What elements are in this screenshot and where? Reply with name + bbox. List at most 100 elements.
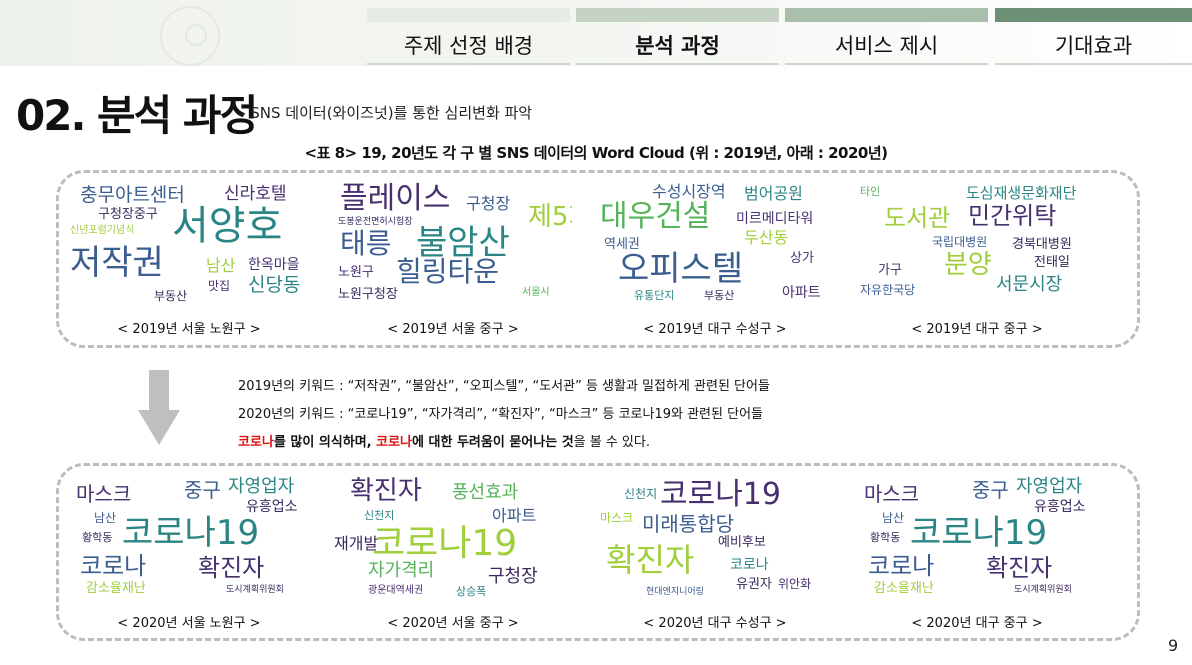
wc-word: 도봉운전면허시험장 [338,217,413,227]
wc-word: 부동산 [154,289,188,303]
wc-word: 자영업자 [1016,476,1083,497]
wc-word: 도서관 [884,204,951,232]
wc-word: 노원구 [338,265,374,280]
wc-word: 위안화 [778,577,812,591]
wc-word: 대우건설 [600,199,711,234]
page-subtitle: – SNS 데이터(와이즈넛)를 통한 심리변화 파악 [238,104,533,122]
wc-word: 부동산 [704,289,735,302]
wc-word: 구청장중구 [98,207,158,222]
wc-word: 수성시장역 [652,182,726,201]
tab-label: 분석 과정 [635,34,720,58]
wc-word: 맛집 [208,279,231,293]
wc-word: 서울시 [522,287,550,298]
wc-word: 현대엔지니어링 [646,587,704,597]
wc-word: 유권자 [736,577,772,592]
wc-word: 플레이스 [340,182,451,216]
wc-word: 국립대병원 [932,235,988,249]
table-caption: <표 8> 19, 20년도 각 구 별 SNS 데이터의 Word Cloud… [304,144,888,162]
tab-color-bar [576,8,779,22]
wc-word: 감소율재난 [86,581,146,596]
tab-underline [785,63,988,65]
wc-word: 황학동 [870,531,901,544]
tab-topic-background[interactable]: 주제 선정 배경 [367,8,570,65]
wc-word: 가구 [878,263,902,278]
wc-word: 유통단지 [634,289,675,302]
wordcloud-2020-daegu-suseong: 신천지 코로나19 마스크 미래통합당 예비후보 확진자 코로나 유권자 위안화… [594,474,834,599]
wc-word: 코로나 [868,552,935,580]
tab-underline [995,63,1192,65]
tab-underline [576,63,779,65]
wc-word: 힐링타운 [396,255,500,288]
wordcloud-caption: < 2019년 서울 노원구 > [117,322,261,337]
wc-word: 유흥업소 [1034,499,1086,515]
page-title: 02. 분석 과정 [16,91,258,140]
wc-word: 미래통합당 [642,512,734,536]
wc-word: 광운대역세권 [368,585,424,596]
wordcloud-2020-seoul-nowon: 마스크 중구 자영업자 유흥업소 남산 코로나19 황학동 코로나 확진자 감소… [68,474,308,599]
tab-analysis-process[interactable]: 분석 과정 [576,8,779,65]
wc-word: 유흥업소 [246,499,298,515]
wc-word: 전태일 [1034,255,1070,270]
wc-word: 코로나 [730,557,769,573]
wc-word: 한옥마을 [248,257,300,273]
wordcloud-caption: < 2020년 대구 중구 > [911,616,1043,631]
wc-word: 상가 [790,251,814,266]
wc-word: 자영업자 [228,476,295,497]
wc-word: 코로나19 [122,513,260,553]
wc-word: 마스크 [864,482,920,506]
highlight-corona: 코로나 [238,435,274,450]
wc-word: 황학동 [82,531,113,544]
decorative-circle [185,24,207,46]
tab-service-proposal[interactable]: 서비스 제시 [785,8,988,65]
wc-word: 아파트 [782,285,821,301]
wc-word: 확진자 [198,554,265,582]
wordcloud-2019-daegu-jung: 타인 도심재생문화재단 도서관 민간위탁 국립대병원 경북대병원 가구 분양 전… [856,182,1096,307]
wordcloud-caption: < 2020년 서울 노원구 > [117,616,261,631]
wc-word: 민간위탁 [968,202,1057,230]
wc-word: 코로나19 [660,477,781,512]
wc-word: 제5회 [528,202,572,232]
tab-label: 서비스 제시 [834,34,939,58]
highlight-corona: 코로나 [376,435,413,450]
wc-word: 도시계획위원회 [1014,585,1072,595]
wordcloud-2019-seoul-jung: 플레이스 구청장 도봉운전면허시험장 태릉 불암산 노원구 힐링타운 제5회 노… [332,182,572,307]
wc-word: 신천지 [364,509,395,522]
wc-word: 마스크 [600,511,634,525]
wc-word: 남산 [94,511,117,525]
wc-word: 타인 [860,185,881,198]
wordcloud-caption: < 2019년 서울 중구 > [387,322,519,337]
tab-label: 기대효과 [1054,34,1133,58]
wc-word: 충무아트센터 [80,184,185,206]
wc-word: 신당동 [248,274,301,296]
wc-word: 마스크 [76,482,132,506]
wc-word: 예비후보 [718,535,766,550]
wc-word: 확진자 [350,476,422,506]
tab-label: 주제 선정 배경 [403,34,534,58]
wc-word: 중구 [972,478,1009,502]
wc-word: 자유한국당 [860,283,916,297]
wc-word: 오피스텔 [618,249,744,289]
wc-word: 코로나19 [910,513,1048,553]
wordcloud-2020-daegu-jung: 마스크 중구 자영업자 유흥업소 남산 코로나19 황학동 코로나 확진자 감소… [856,474,1096,599]
wc-word: 신라호텔 [224,184,287,204]
wc-word: 분양 [944,250,992,280]
wc-word: 노원구청장 [338,287,398,302]
wc-word: 아파트 [492,506,537,525]
keywords-2019: 2019년의 키워드 : “저작권”, “불암산”, “오피스텔”, “도서관”… [238,379,770,394]
wc-word: 남산 [206,256,236,275]
wc-word: 미르메디타워 [736,211,814,227]
conclusion-end: 을 볼 수 있다. [573,435,650,450]
wordcloud-2019-daegu-suseong: 수성시장역 범어공원 대우건설 미르메디타워 역세권 두산동 오피스텔 상가 유… [594,182,834,307]
wc-word: 도시계획위원회 [226,585,284,595]
keywords-2020: 2020년의 키워드 : “코로나19”, “자가격리”, “확진자”, “마스… [238,407,763,422]
wc-word: 코로나 [80,552,147,580]
tab-underline [367,63,570,65]
wc-word: 상승폭 [456,585,487,598]
wc-word: 도심재생문화재단 [966,184,1077,202]
conclusion-text: 에 대한 두려움이 묻어나는 것 [412,435,574,450]
wc-word: 확진자 [606,541,695,579]
tab-color-bar [785,8,988,22]
wordcloud-2019-seoul-nowon: 충무아트센터 신라호텔 구청장중구 서양호 신년포럼기념식 저작권 남산 한옥마… [68,182,308,307]
tab-expected-effect[interactable]: 기대효과 [995,8,1192,65]
wc-word: 감소율재난 [874,581,934,596]
